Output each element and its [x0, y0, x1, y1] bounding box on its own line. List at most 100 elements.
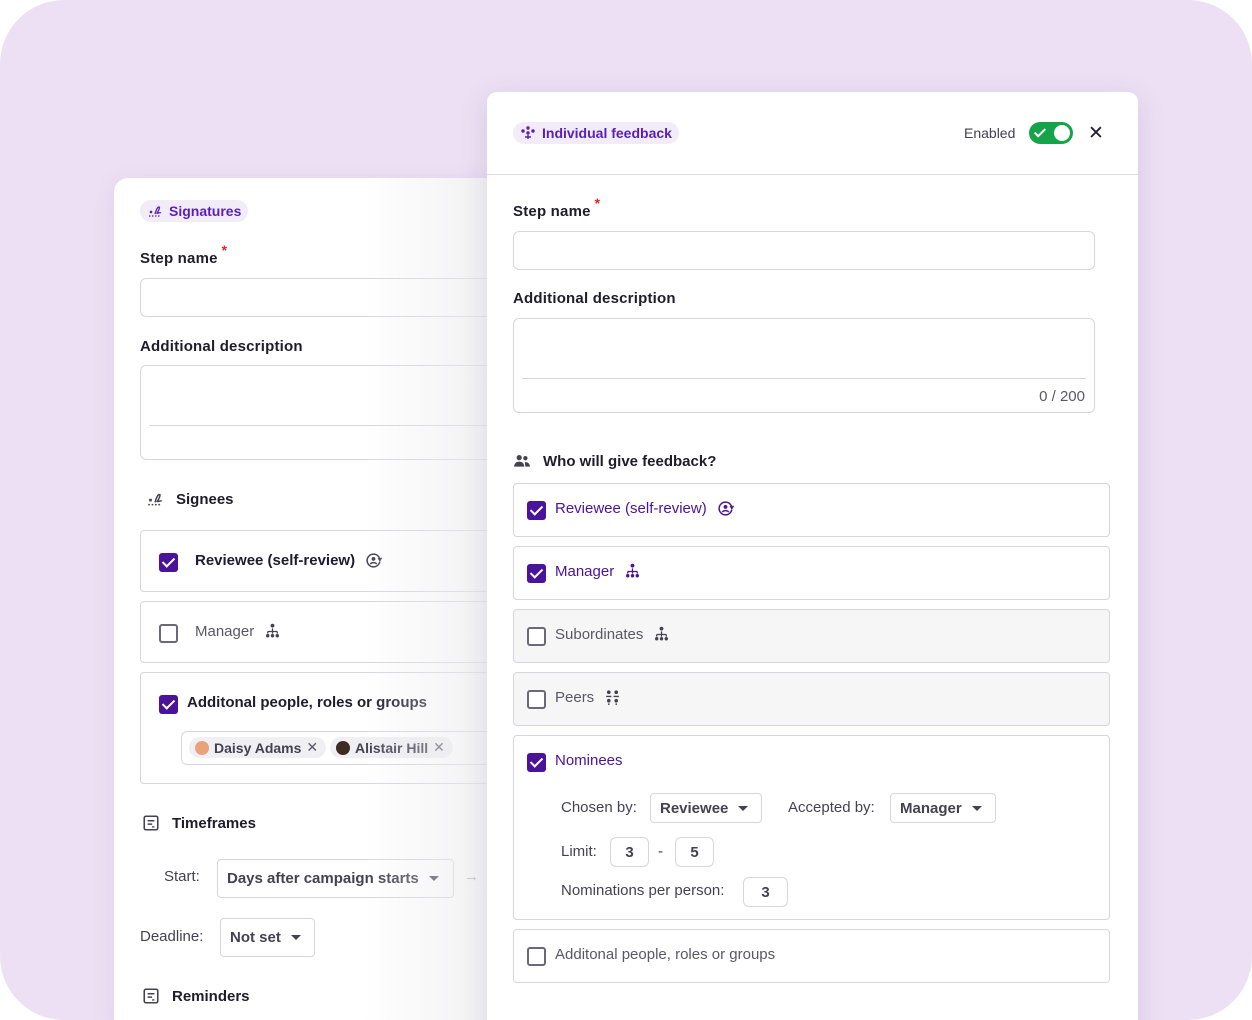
peers-label-text: Peers: [555, 689, 595, 706]
avatar: [195, 740, 209, 755]
reminders-title-text: Reminders: [172, 987, 250, 1005]
enabled-toggle[interactable]: [1029, 122, 1073, 144]
feedback-option-additional[interactable]: Additonal people, roles or groups: [513, 929, 1110, 983]
accepted-by-label: Accepted by:: [788, 799, 875, 816]
signatures-panel: Signatures Step name * Additional descrip…: [114, 178, 534, 1020]
reviewee-label-text: Reviewee (self-review): [555, 500, 707, 517]
self-review-icon: [366, 553, 383, 568]
manager-label-text: Manager: [195, 623, 255, 640]
person-chip-daisy: Daisy Adams ✕: [189, 737, 327, 758]
signees-title: Signees: [146, 490, 234, 508]
check-icon: [1033, 125, 1047, 138]
limit-separator: -: [658, 843, 663, 860]
header-divider: [487, 174, 1138, 175]
start-select[interactable]: Days after campaign starts: [217, 859, 454, 898]
deadline-label: Deadline:: [140, 928, 204, 945]
feedback-givers-title: Who will give feedback?: [513, 452, 716, 470]
reviewee-option-label: Reviewee (self-review): [195, 552, 383, 569]
signee-option-reviewee[interactable]: Reviewee (self-review): [140, 530, 534, 592]
subordinates-option-label: Subordinates: [555, 626, 670, 643]
step-name-input[interactable]: [513, 231, 1095, 270]
limit-min-input[interactable]: 3: [610, 837, 649, 867]
reviewee-checkbox[interactable]: [159, 553, 178, 572]
person-chip-alistair: Alistair Hill ✕: [330, 737, 453, 758]
additional-option-label: Additonal people, roles or groups: [555, 946, 776, 963]
chevron-down-icon: [971, 805, 982, 811]
signee-option-additional[interactable]: Additonal people, roles or groups Daisy …: [140, 672, 534, 784]
signatures-chip-label: Signatures: [169, 203, 242, 219]
feedback-title-text: Who will give feedback?: [543, 452, 717, 470]
timeframes-title: Timeframes: [142, 814, 256, 832]
feedback-icon: [521, 126, 535, 139]
peers-option-label: Peers: [555, 689, 621, 706]
timeframes-title-text: Timeframes: [172, 814, 256, 832]
additional-description-label: Additional description: [513, 290, 676, 307]
manager-option-label: Manager: [555, 563, 641, 580]
nominations-per-person-label: Nominations per person:: [561, 882, 725, 899]
chevron-down-icon: [428, 876, 439, 881]
manager-label-text: Manager: [555, 563, 615, 580]
chosen-by-select[interactable]: Reviewee: [650, 793, 762, 823]
individual-feedback-panel: Individual feedback Enabled ✕ Step name *…: [487, 92, 1138, 1020]
chosen-by-label: Chosen by:: [561, 799, 637, 816]
feedback-option-subordinates[interactable]: Subordinates: [513, 609, 1110, 663]
description-divider: [149, 425, 534, 426]
additional-description-input[interactable]: [140, 365, 534, 460]
signature-icon: [148, 493, 163, 506]
chevron-down-icon: [738, 805, 749, 811]
people-icon: [514, 455, 530, 467]
nominations-per-person-input[interactable]: 3: [743, 877, 788, 907]
reviewee-label-text: Reviewee (self-review): [195, 552, 356, 569]
person-name: Alistair Hill: [355, 739, 429, 756]
required-mark: *: [221, 242, 228, 258]
description-divider: [522, 378, 1086, 379]
feedback-option-manager[interactable]: Manager: [513, 546, 1110, 600]
limit-max-input[interactable]: 5: [675, 837, 714, 867]
peers-checkbox[interactable]: [527, 690, 546, 709]
chevron-down-icon: [290, 935, 301, 940]
remove-icon[interactable]: ✕: [433, 739, 445, 756]
signees-title-text: Signees: [176, 490, 234, 508]
feedback-option-reviewee[interactable]: Reviewee (self-review): [513, 483, 1110, 537]
manager-option-label: Manager: [195, 623, 281, 640]
calendar-icon: [143, 815, 159, 831]
hierarchy-icon: [626, 563, 640, 578]
signature-icon: [149, 206, 162, 217]
individual-feedback-chip-label: Individual feedback: [542, 125, 672, 141]
hierarchy-icon: [266, 623, 280, 638]
feedback-option-nominees[interactable]: Nominees Chosen by: Reviewee Accepted by…: [513, 735, 1110, 920]
accepted-by-value: Manager: [900, 799, 962, 817]
additional-description-input[interactable]: 0 / 200: [513, 318, 1095, 413]
calendar-icon: [143, 988, 159, 1004]
accepted-by-select[interactable]: Manager: [890, 793, 996, 823]
additional-checkbox[interactable]: [527, 947, 546, 966]
avatar: [336, 740, 350, 755]
person-name: Daisy Adams: [214, 739, 302, 756]
reviewee-checkbox[interactable]: [527, 501, 546, 520]
page-background: Signatures Step name * Additional descrip…: [0, 0, 1252, 1020]
required-mark: *: [594, 195, 601, 211]
individual-feedback-chip: Individual feedback: [513, 122, 679, 144]
toggle-knob: [1054, 125, 1070, 141]
manager-checkbox[interactable]: [527, 564, 546, 583]
deadline-value: Not set: [230, 929, 281, 946]
enabled-label: Enabled: [964, 125, 1016, 141]
start-label: Start:: [164, 868, 200, 885]
close-icon[interactable]: ✕: [1088, 122, 1104, 145]
peers-icon: [606, 690, 620, 705]
subordinates-checkbox[interactable]: [527, 627, 546, 646]
feedback-option-peers[interactable]: Peers: [513, 672, 1110, 726]
limit-label: Limit:: [561, 843, 597, 860]
step-name-input[interactable]: [140, 278, 534, 317]
additional-checkbox[interactable]: [159, 695, 178, 714]
deadline-select[interactable]: Not set: [220, 918, 315, 957]
additional-option-label: Additonal people, roles or groups: [187, 694, 428, 711]
signee-option-manager[interactable]: Manager: [140, 601, 534, 663]
step-name-label: Step name *: [140, 242, 228, 267]
remove-icon[interactable]: ✕: [306, 739, 318, 756]
reminders-title: Reminders: [142, 987, 250, 1005]
start-value: Days after campaign starts: [227, 870, 419, 887]
hierarchy-icon: [655, 626, 669, 641]
manager-checkbox[interactable]: [159, 624, 178, 643]
nominees-checkbox[interactable]: [527, 753, 546, 772]
